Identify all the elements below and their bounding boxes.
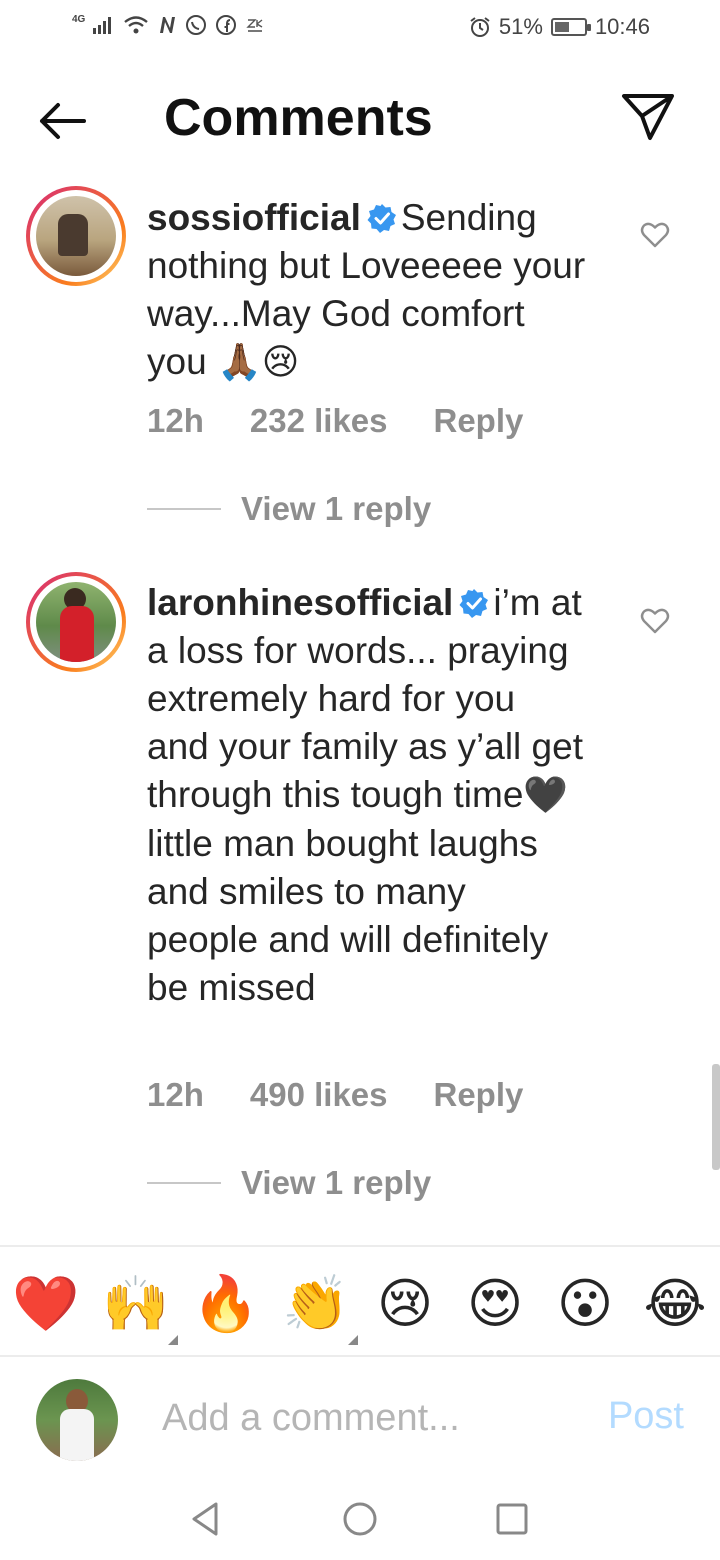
share-button[interactable] bbox=[620, 92, 676, 142]
comment-meta: 12h 490 likes Reply bbox=[147, 1076, 523, 1114]
emoji-clapping-button[interactable]: 👏 bbox=[282, 1271, 358, 1345]
avatar[interactable] bbox=[26, 186, 126, 286]
divider-line bbox=[147, 508, 221, 510]
view-replies-label: View 1 reply bbox=[241, 490, 432, 527]
reply-button[interactable]: Reply bbox=[434, 1076, 524, 1114]
alarm-icon bbox=[470, 17, 490, 37]
heart-outline-icon bbox=[640, 222, 670, 248]
post-button[interactable]: Post bbox=[608, 1395, 684, 1438]
divider-line bbox=[147, 1182, 221, 1184]
emoji-quick-bar: ❤️ 🙌 🔥 👏 😢 😍 😮 😂 bbox=[0, 1245, 720, 1357]
emoji-heart-button[interactable]: ❤️ bbox=[12, 1271, 79, 1337]
comment-text: sossiofficial Sending nothing but Loveeee… bbox=[147, 194, 587, 387]
whatsapp-icon bbox=[186, 15, 207, 35]
network-type: 4G bbox=[72, 13, 86, 25]
avatar[interactable] bbox=[26, 572, 126, 672]
emoji-laughing-button[interactable]: 😂 bbox=[642, 1271, 708, 1337]
facebook-icon bbox=[216, 15, 237, 35]
verified-badge-icon bbox=[459, 589, 489, 618]
system-nav-bar bbox=[0, 1481, 720, 1560]
signal-icon bbox=[93, 17, 112, 34]
nav-back-button[interactable] bbox=[186, 1499, 226, 1539]
emoji-heart-eyes-button[interactable]: 😍 bbox=[462, 1271, 528, 1337]
comment-emoji: 🖤 bbox=[523, 775, 569, 816]
battery-level bbox=[554, 22, 569, 32]
view-replies-button[interactable]: View 1 reply bbox=[147, 490, 431, 528]
like-button[interactable] bbox=[640, 220, 670, 250]
comment-username[interactable]: sossiofficial bbox=[147, 197, 361, 238]
nav-recents-button[interactable] bbox=[492, 1499, 532, 1539]
view-replies-label: View 1 reply bbox=[241, 1164, 432, 1201]
comment-input[interactable] bbox=[162, 1393, 582, 1443]
page-title: Comments bbox=[164, 89, 433, 147]
comment-username[interactable]: laronhinesofficial bbox=[147, 582, 453, 623]
comment-meta: 12h 232 likes Reply bbox=[147, 402, 523, 440]
user-avatar bbox=[36, 1379, 118, 1461]
comment-likes[interactable]: 490 likes bbox=[250, 1076, 388, 1114]
emoji-raising-hands-button[interactable]: 🙌 bbox=[102, 1271, 178, 1345]
emoji-crying-button[interactable]: 😢 bbox=[372, 1271, 438, 1337]
comment-text: laronhinesofficial i’m at a loss for word… bbox=[147, 579, 587, 1012]
heart-outline-icon bbox=[640, 608, 670, 634]
triangle-back-icon bbox=[192, 1502, 218, 1536]
zk-icon bbox=[246, 19, 263, 32]
battery-icon bbox=[550, 18, 591, 36]
status-left: 4G bbox=[72, 14, 265, 36]
direct-send-icon bbox=[622, 94, 674, 140]
comment-body-continued: little man bought laughs and smiles to m… bbox=[147, 823, 549, 1008]
emoji-fire-button[interactable]: 🔥 bbox=[192, 1271, 259, 1337]
status-bar: 4G 51% 10:46 bbox=[0, 0, 720, 56]
skin-tone-indicator bbox=[348, 1335, 358, 1345]
view-replies-button[interactable]: View 1 reply bbox=[147, 1164, 431, 1202]
wifi-icon bbox=[124, 16, 149, 34]
skin-tone-indicator bbox=[168, 1335, 178, 1345]
status-right: 51% 10:46 bbox=[469, 14, 650, 40]
comment-time: 12h bbox=[147, 402, 204, 439]
n-icon bbox=[160, 17, 176, 33]
comment-likes[interactable]: 232 likes bbox=[250, 402, 388, 440]
like-button[interactable] bbox=[640, 606, 670, 636]
verified-badge-icon bbox=[367, 204, 396, 233]
header: Comments bbox=[0, 70, 720, 170]
nav-home-button[interactable] bbox=[340, 1499, 380, 1539]
emoji-surprised-button[interactable]: 😮 bbox=[552, 1271, 618, 1337]
battery-percent: 51% bbox=[498, 14, 543, 39]
back-button[interactable] bbox=[32, 96, 92, 146]
reply-button[interactable]: Reply bbox=[434, 402, 524, 440]
add-comment-bar: Post bbox=[0, 1357, 720, 1481]
comment-time: 12h bbox=[147, 1076, 204, 1113]
circle-home-icon bbox=[343, 1502, 377, 1536]
back-arrow-icon bbox=[40, 103, 86, 139]
square-recents-icon bbox=[496, 1503, 528, 1535]
scrollbar[interactable] bbox=[712, 1064, 720, 1170]
comment-emojis: 🙏🏾😢 bbox=[216, 342, 300, 383]
clock: 10:46 bbox=[594, 14, 650, 39]
